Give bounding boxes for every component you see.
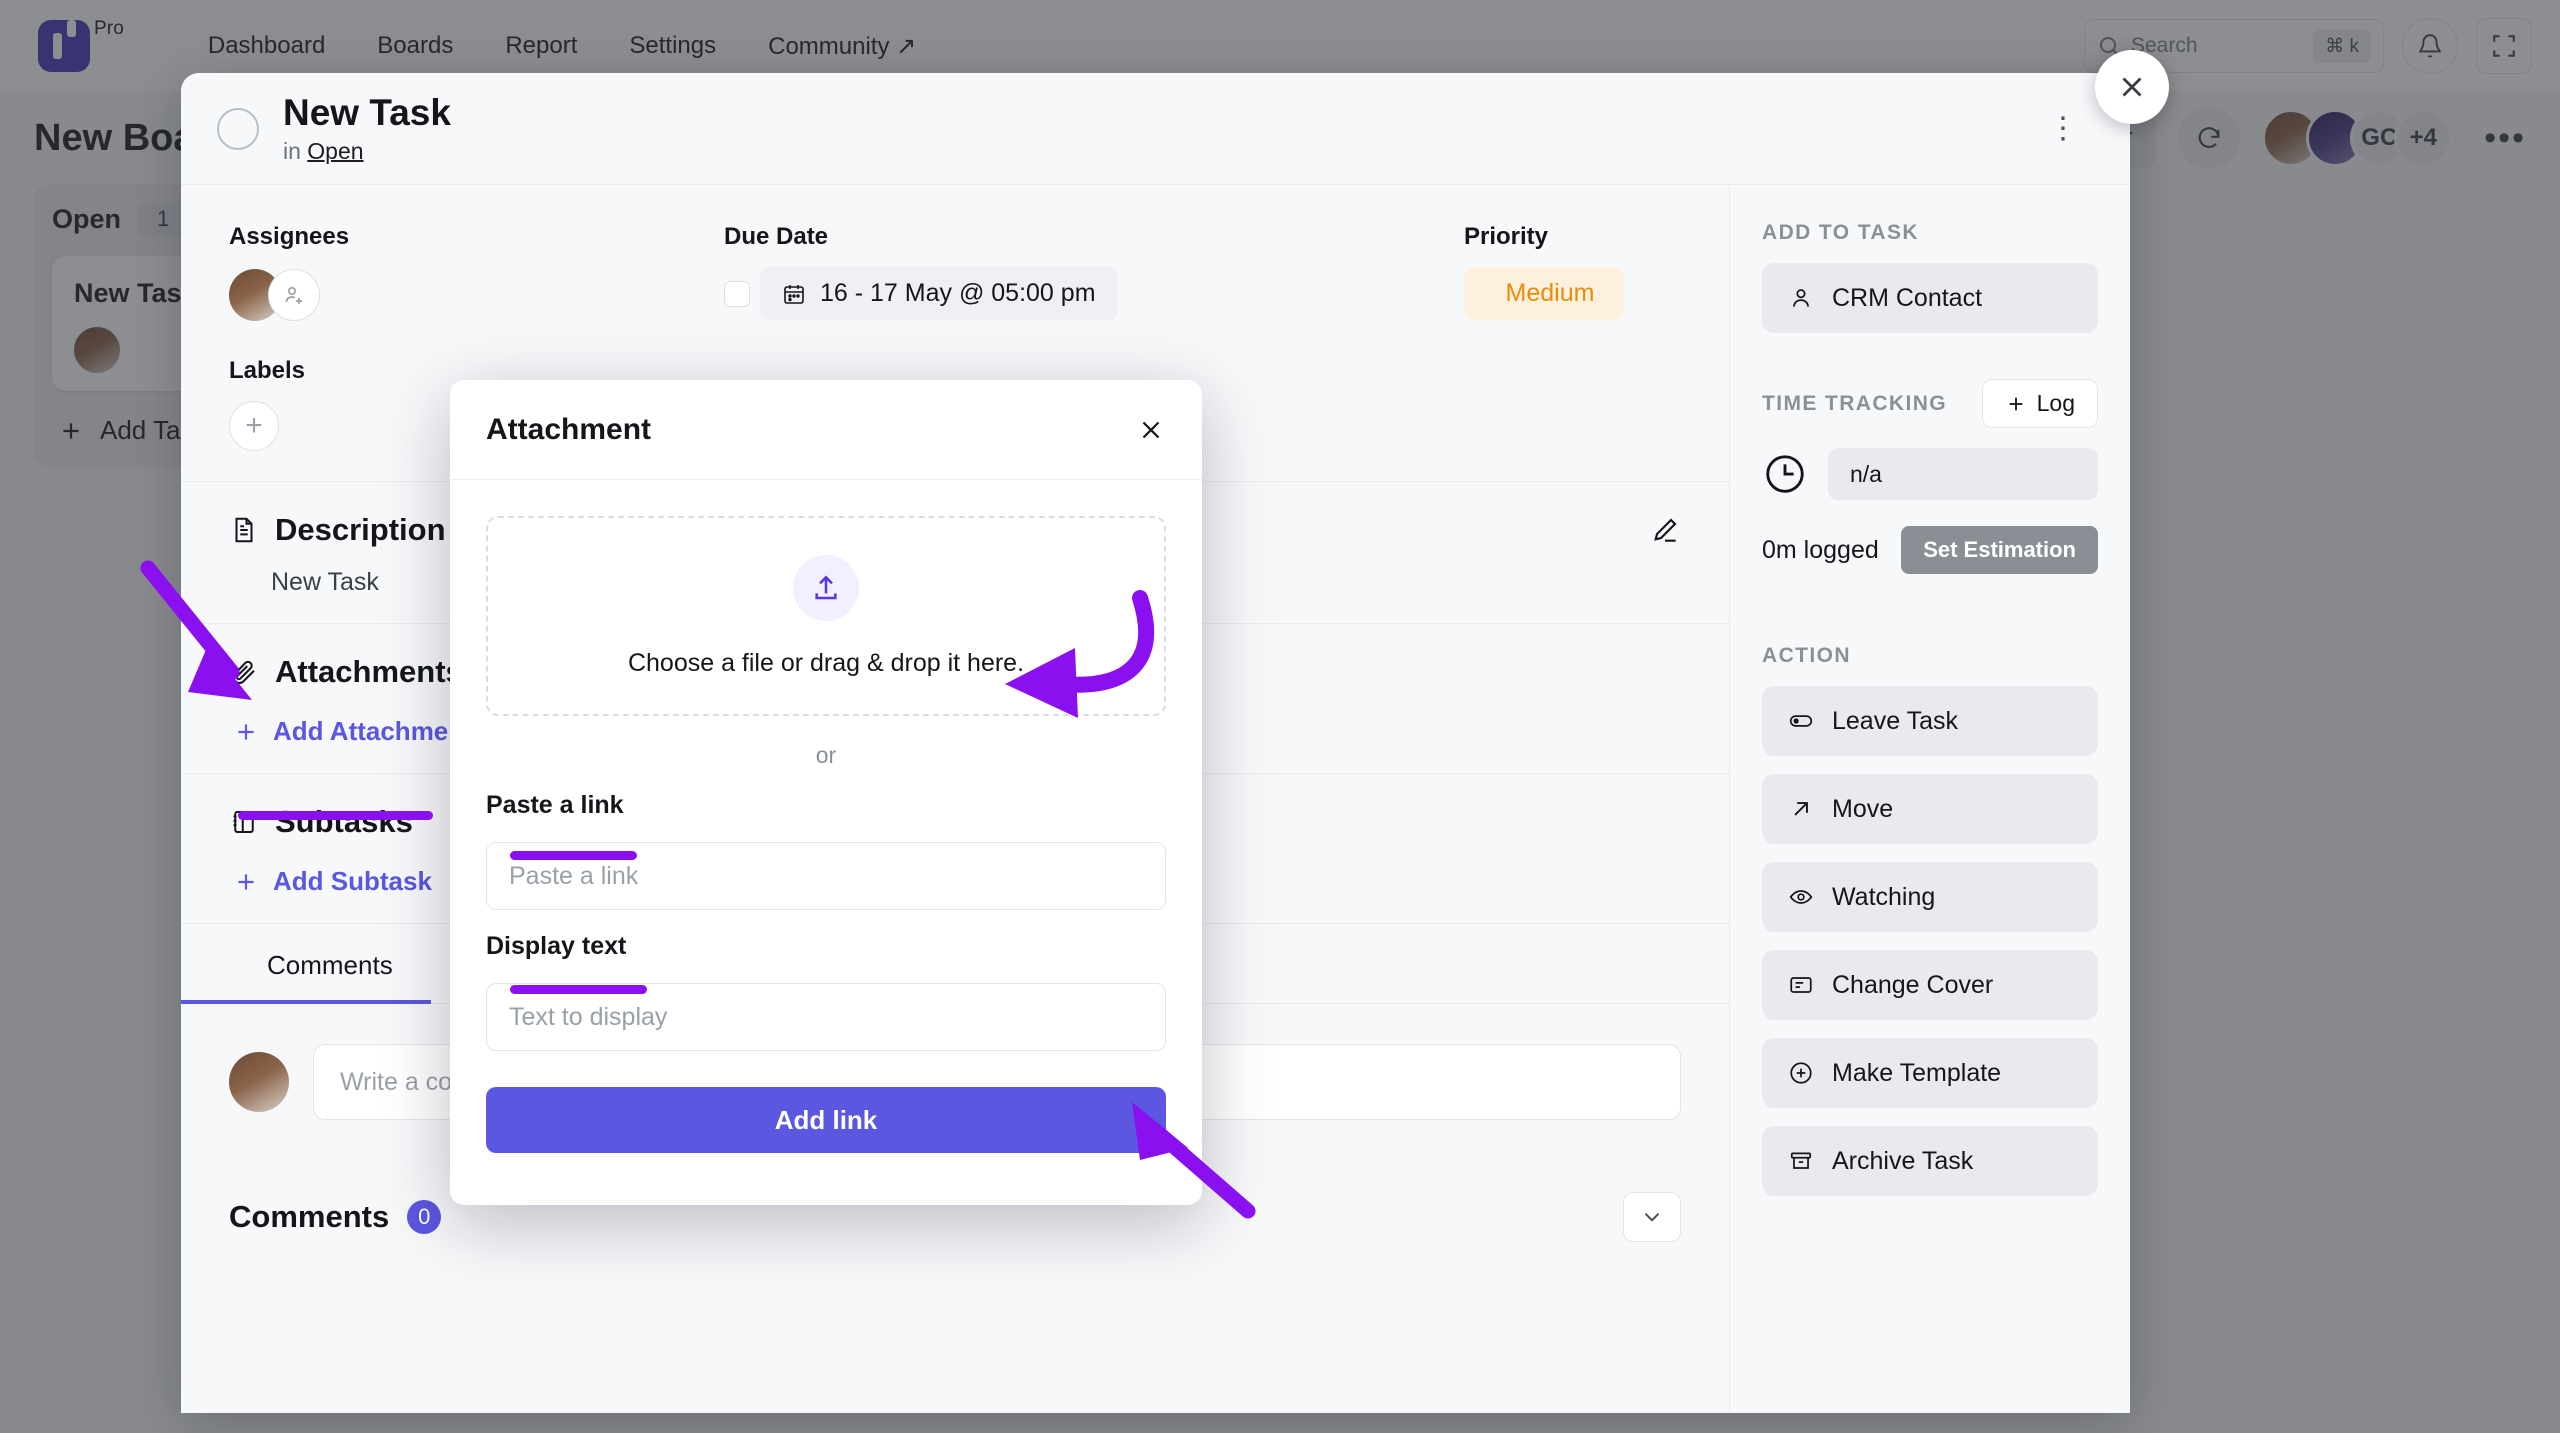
plus-icon [233,869,259,895]
comments-collapse-button[interactable] [1623,1192,1681,1242]
add-attachment-label: Add Attachment [273,716,473,747]
priority-badge[interactable]: Medium [1464,267,1624,320]
tab-comments[interactable]: Comments [229,924,431,1003]
paperclip-icon [229,657,259,687]
subtasks-title: Subtasks [275,804,413,840]
time-tracking-caption: TIME TRACKING [1762,392,1947,416]
due-date-field: Due Date [724,223,1464,321]
dropzone-text: Choose a file or drag & drop it here. [628,649,1024,678]
archive-icon [1788,1148,1814,1174]
crm-contact-button[interactable]: CRM Contact [1762,263,2098,333]
add-label-button[interactable]: + [229,401,279,451]
due-date-checkbox[interactable] [724,281,750,307]
task-complete-toggle[interactable] [217,108,259,150]
move-label: Move [1832,795,1893,824]
priority-field: Priority Medium [1464,223,1681,321]
task-heading-group: New Task in Open [283,92,451,164]
highlight-add-attachment [238,811,433,820]
attachment-dialog: Attachment Choose a file or drag & drop … [450,380,1202,1205]
image-card-icon [1788,972,1814,998]
pencil-icon [1649,514,1681,546]
assignees-label: Assignees [229,223,724,251]
archive-task-button[interactable]: Archive Task [1762,1126,2098,1196]
chevron-down-icon [1639,1204,1665,1230]
file-dropzone[interactable]: Choose a file or drag & drop it here. [486,516,1166,716]
time-tracking-header: TIME TRACKING Log [1762,379,2098,428]
time-logged-row: 0m logged Set Estimation [1762,526,2098,574]
close-task-modal-button[interactable] [2095,50,2169,124]
time-tracking-row: n/a [1762,448,2098,500]
add-assignee-button[interactable] [268,269,320,321]
edit-description-button[interactable] [1649,514,1681,546]
app-root: Pro Dashboard Boards Report Settings Com… [0,0,2560,1433]
avatar [229,1052,289,1112]
move-button[interactable]: Move [1762,774,2098,844]
change-cover-button[interactable]: Change Cover [1762,950,2098,1020]
user-plus-icon [282,283,306,307]
task-fields-row: Assignees Due Date [181,185,1729,321]
description-title: Description [275,512,446,548]
log-label: Log [2037,390,2075,417]
display-text-label: Display text [486,932,1166,961]
archive-task-label: Archive Task [1832,1147,1973,1176]
due-date-value-button[interactable]: 16 - 17 May @ 05:00 pm [760,267,1118,320]
paste-link-label: Paste a link [486,791,1166,820]
add-link-button[interactable]: Add link [486,1087,1166,1153]
priority-label: Priority [1464,223,1681,251]
upload-icon [793,555,859,621]
assignees-list [229,269,724,321]
add-subtask-label: Add Subtask [273,866,432,897]
plus-icon [2005,393,2027,415]
add-to-task-caption: ADD TO TASK [1762,221,2098,245]
or-separator: or [486,742,1166,769]
toggle-icon [1788,708,1814,734]
assignees-field: Assignees [229,223,724,321]
calendar-icon [782,282,806,306]
set-estimation-button[interactable]: Set Estimation [1901,526,2098,574]
arrow-up-right-icon [1788,796,1814,822]
attachments-title: Attachments [275,654,463,690]
leave-task-label: Leave Task [1832,707,1958,736]
attachment-dialog-header: Attachment [450,380,1202,480]
make-template-button[interactable]: Make Template [1762,1038,2098,1108]
due-date-value: 16 - 17 May @ 05:00 pm [820,279,1096,308]
highlight-display-text [510,985,647,994]
watching-button[interactable]: Watching [1762,862,2098,932]
task-side-rail: ADD TO TASK CRM Contact TIME TRACKING [1730,185,2130,1413]
make-template-label: Make Template [1832,1059,2001,1088]
change-cover-label: Change Cover [1832,971,1993,1000]
task-modal-header: New Task in Open ⋮ [181,73,2130,185]
attachment-dialog-title: Attachment [486,413,651,447]
eye-icon [1788,884,1814,910]
plus-circle-icon [1788,1060,1814,1086]
log-time-button[interactable]: Log [1982,379,2098,428]
task-title: New Task [283,92,451,133]
priority-value: Medium [1506,279,1595,308]
highlight-paste-a-link [510,851,637,860]
action-caption: ACTION [1762,644,2098,668]
document-icon [229,515,259,545]
task-status-line: in Open [283,138,451,165]
comments-count-badge: 0 [407,1200,441,1234]
crm-contact-label: CRM Contact [1832,284,1982,313]
watching-label: Watching [1832,883,1935,912]
close-attachment-dialog-button[interactable] [1136,415,1166,445]
due-date-row: 16 - 17 May @ 05:00 pm [724,267,1464,320]
time-value[interactable]: n/a [1828,448,2098,500]
due-date-label: Due Date [724,223,1464,251]
comments-heading: Comments [229,1199,389,1235]
attachment-dialog-body: Choose a file or drag & drop it here. or… [450,480,1202,1153]
plus-icon [233,719,259,745]
close-icon [2115,70,2149,104]
leave-task-button[interactable]: Leave Task [1762,686,2098,756]
close-icon [1136,415,1166,445]
logged-text: 0m logged [1762,536,1879,565]
task-in-label: in [283,138,301,164]
clock-icon [1762,451,1808,497]
task-status-link[interactable]: Open [307,138,363,164]
user-icon [1788,285,1814,311]
task-more-button[interactable]: ⋮ [2048,121,2078,136]
